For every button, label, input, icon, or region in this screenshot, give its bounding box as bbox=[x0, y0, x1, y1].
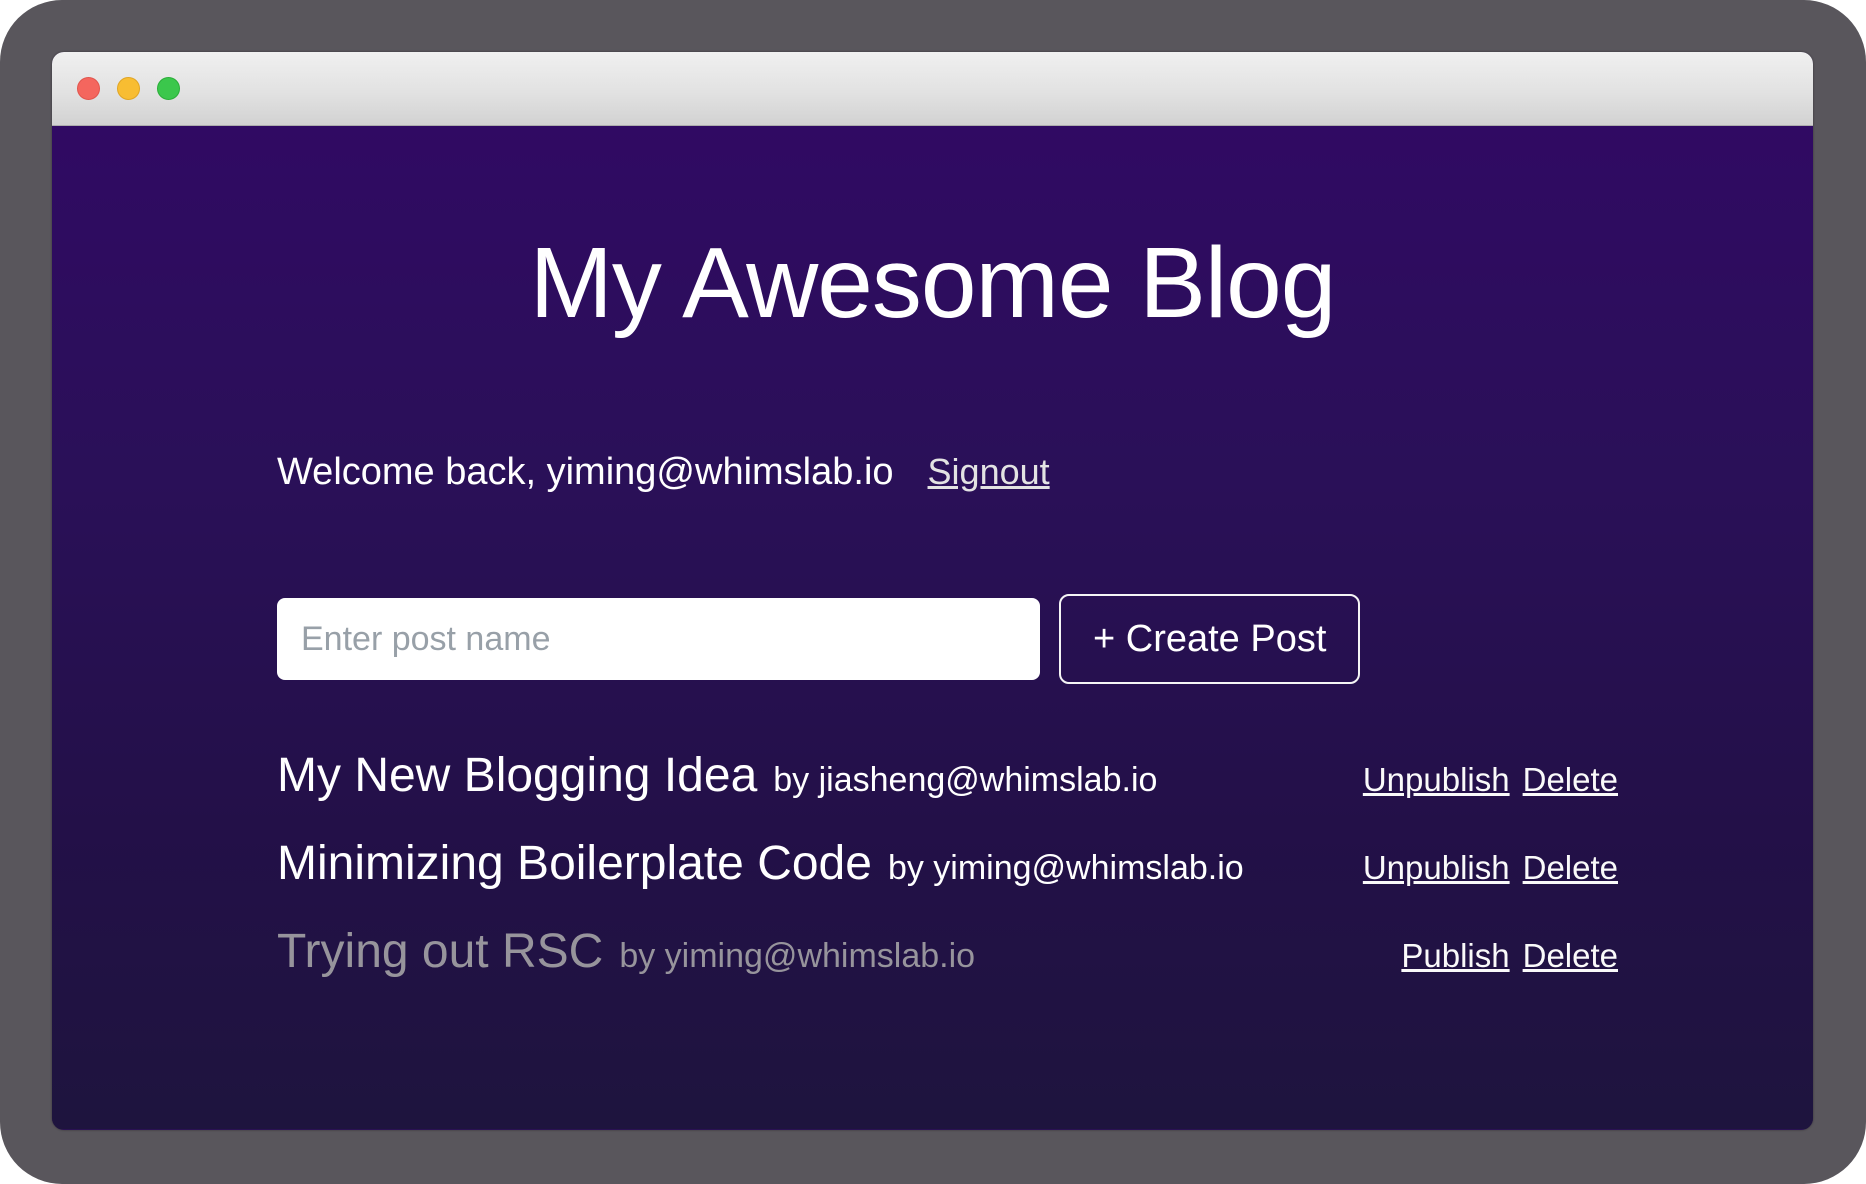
post-actions: Unpublish Delete bbox=[1363, 840, 1618, 895]
post-actions: Unpublish Delete bbox=[1363, 752, 1618, 807]
unpublish-link[interactable]: Unpublish bbox=[1363, 752, 1510, 807]
post-name-input[interactable] bbox=[277, 598, 1040, 680]
post-author: by yiming@whimslab.io bbox=[888, 841, 1244, 896]
window-titlebar bbox=[52, 52, 1813, 126]
post-row: Minimizing Boilerplate Code by yiming@wh… bbox=[277, 836, 1618, 896]
traffic-light-minimize-button[interactable] bbox=[117, 77, 140, 100]
welcome-text: Welcome back, yiming@whimslab.io bbox=[277, 451, 894, 494]
post-row-draft: Trying out RSC by yiming@whimslab.io Pub… bbox=[277, 924, 1618, 984]
user-bar: Welcome back, yiming@whimslab.io Signout bbox=[277, 451, 1618, 494]
traffic-light-zoom-button[interactable] bbox=[157, 77, 180, 100]
post-row: My New Blogging Idea by jiasheng@whimsla… bbox=[277, 748, 1618, 808]
post-list: My New Blogging Idea by jiasheng@whimsla… bbox=[277, 748, 1618, 984]
publish-link[interactable]: Publish bbox=[1401, 928, 1509, 983]
post-author: by jiasheng@whimslab.io bbox=[773, 753, 1157, 808]
create-post-button[interactable]: + Create Post bbox=[1059, 594, 1360, 684]
app-window: My Awesome Blog Welcome back, yiming@whi… bbox=[52, 52, 1813, 1130]
post-author: by yiming@whimslab.io bbox=[619, 929, 975, 984]
unpublish-link[interactable]: Unpublish bbox=[1363, 840, 1510, 895]
main-container: Welcome back, yiming@whimslab.io Signout… bbox=[277, 451, 1618, 984]
post-actions: Publish Delete bbox=[1401, 928, 1618, 983]
page-background: My Awesome Blog Welcome back, yiming@whi… bbox=[52, 126, 1813, 1129]
traffic-light-close-button[interactable] bbox=[77, 77, 100, 100]
delete-link[interactable]: Delete bbox=[1523, 752, 1618, 807]
device-frame: My Awesome Blog Welcome back, yiming@whi… bbox=[0, 0, 1866, 1184]
post-title: My New Blogging Idea bbox=[277, 748, 757, 803]
post-title: Minimizing Boilerplate Code bbox=[277, 836, 872, 891]
post-title: Trying out RSC bbox=[277, 924, 603, 979]
signout-link[interactable]: Signout bbox=[928, 451, 1050, 493]
delete-link[interactable]: Delete bbox=[1523, 928, 1618, 983]
delete-link[interactable]: Delete bbox=[1523, 840, 1618, 895]
create-post-form: + Create Post bbox=[277, 594, 1618, 684]
page-title: My Awesome Blog bbox=[52, 126, 1813, 341]
